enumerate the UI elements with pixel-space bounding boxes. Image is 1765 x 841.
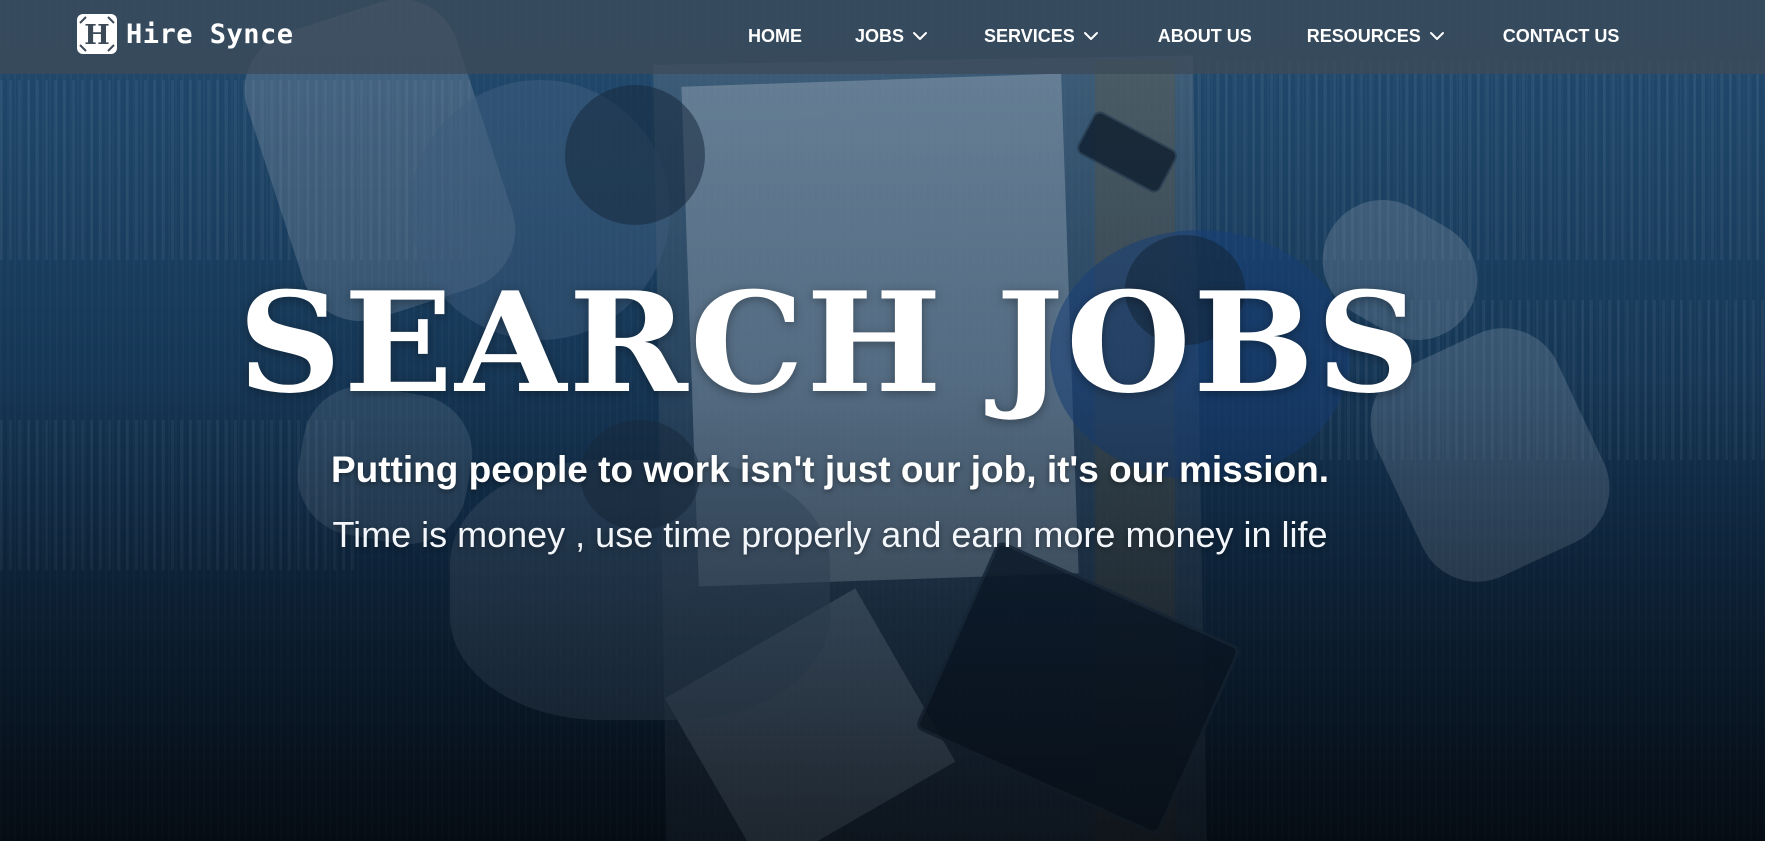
nav-item-contact-us[interactable]: CONTACT US <box>1503 26 1620 47</box>
nav-item-label: RESOURCES <box>1306 25 1421 46</box>
chevron-down-icon <box>913 32 928 40</box>
top-navbar: H Hire Synce HOME JOBS SERVICES ABOUT US… <box>0 0 1765 74</box>
brand-name: Hire Synce <box>126 18 294 50</box>
nav-item-label: CONTACT US <box>1502 25 1620 46</box>
chevron-down-icon <box>1429 32 1444 40</box>
nav-item-label: HOME <box>748 25 802 46</box>
logo-letter: H <box>84 20 110 51</box>
nav-item-label: SERVICES <box>984 25 1075 46</box>
nav-item-resources[interactable]: RESOURCES <box>1307 26 1445 47</box>
h-letter-logo-icon: H <box>77 14 117 54</box>
chevron-down-icon <box>1083 32 1098 40</box>
nav-item-services[interactable]: SERVICES <box>984 26 1099 47</box>
hero-title: SEARCH JOBS <box>237 261 1423 424</box>
main-navigation: HOME JOBS SERVICES ABOUT US RESOURCES CO… <box>748 22 1619 50</box>
hero-subtitle: Putting people to work isn't just our jo… <box>330 449 1330 490</box>
nav-item-home[interactable]: HOME <box>748 26 802 47</box>
hero-tagline: Time is money , use time properly and ea… <box>332 514 1328 555</box>
nav-item-jobs[interactable]: JOBS <box>855 26 928 47</box>
nav-item-label: ABOUT US <box>1157 25 1252 46</box>
nav-item-label: JOBS <box>855 25 905 46</box>
nav-item-about-us[interactable]: ABOUT US <box>1158 26 1252 47</box>
brand-home-link[interactable]: H Hire Synce <box>77 14 294 54</box>
